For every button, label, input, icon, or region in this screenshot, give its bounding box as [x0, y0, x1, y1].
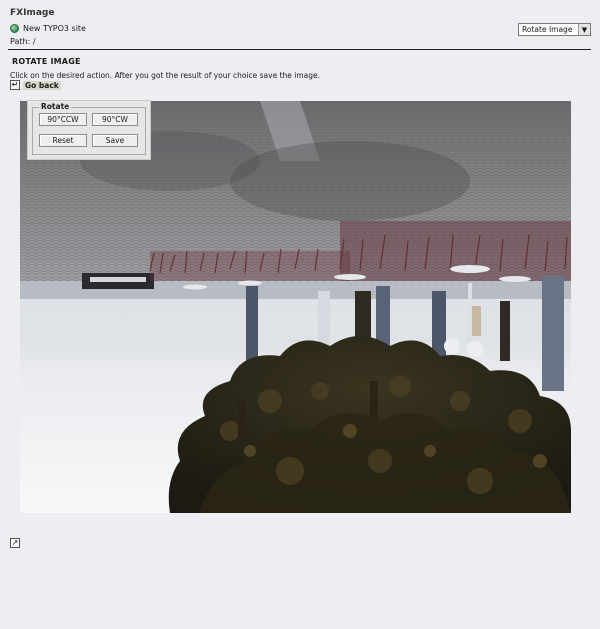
app-title: FXImage — [10, 8, 55, 18]
section-title: ROTATE IMAGE — [12, 57, 81, 66]
rotate-panel: Rotate 90°CCW 90°CW Reset Save — [27, 100, 151, 160]
path-label: Path: / — [10, 37, 36, 46]
header-divider — [8, 49, 591, 50]
external-link-icon[interactable]: ↗ — [10, 538, 20, 548]
rotate-ccw-button[interactable]: 90°CCW — [39, 113, 87, 126]
go-back-label[interactable]: Go back — [23, 80, 61, 90]
rotate-cw-button[interactable]: 90°CW — [92, 113, 138, 126]
image-preview — [20, 101, 571, 513]
save-button[interactable]: Save — [92, 134, 138, 147]
globe-icon — [10, 24, 19, 33]
function-menu-value: Rotate Image — [522, 25, 573, 34]
reset-button[interactable]: Reset — [39, 134, 87, 147]
site-info: New TYPO3 site — [10, 24, 86, 33]
instruction-text: Click on the desired action. After you g… — [10, 71, 321, 80]
function-menu-select[interactable]: Rotate Image ▼ — [518, 23, 591, 36]
rotate-legend: Rotate — [39, 102, 72, 111]
rotate-fieldset: Rotate 90°CCW 90°CW Reset Save — [32, 102, 146, 155]
site-name: New TYPO3 site — [23, 24, 86, 33]
go-back-link[interactable]: ↵ Go back — [10, 80, 61, 90]
back-arrow-icon[interactable]: ↵ — [10, 80, 20, 90]
chevron-down-icon[interactable]: ▼ — [578, 24, 590, 35]
photo-graphic — [20, 101, 571, 513]
